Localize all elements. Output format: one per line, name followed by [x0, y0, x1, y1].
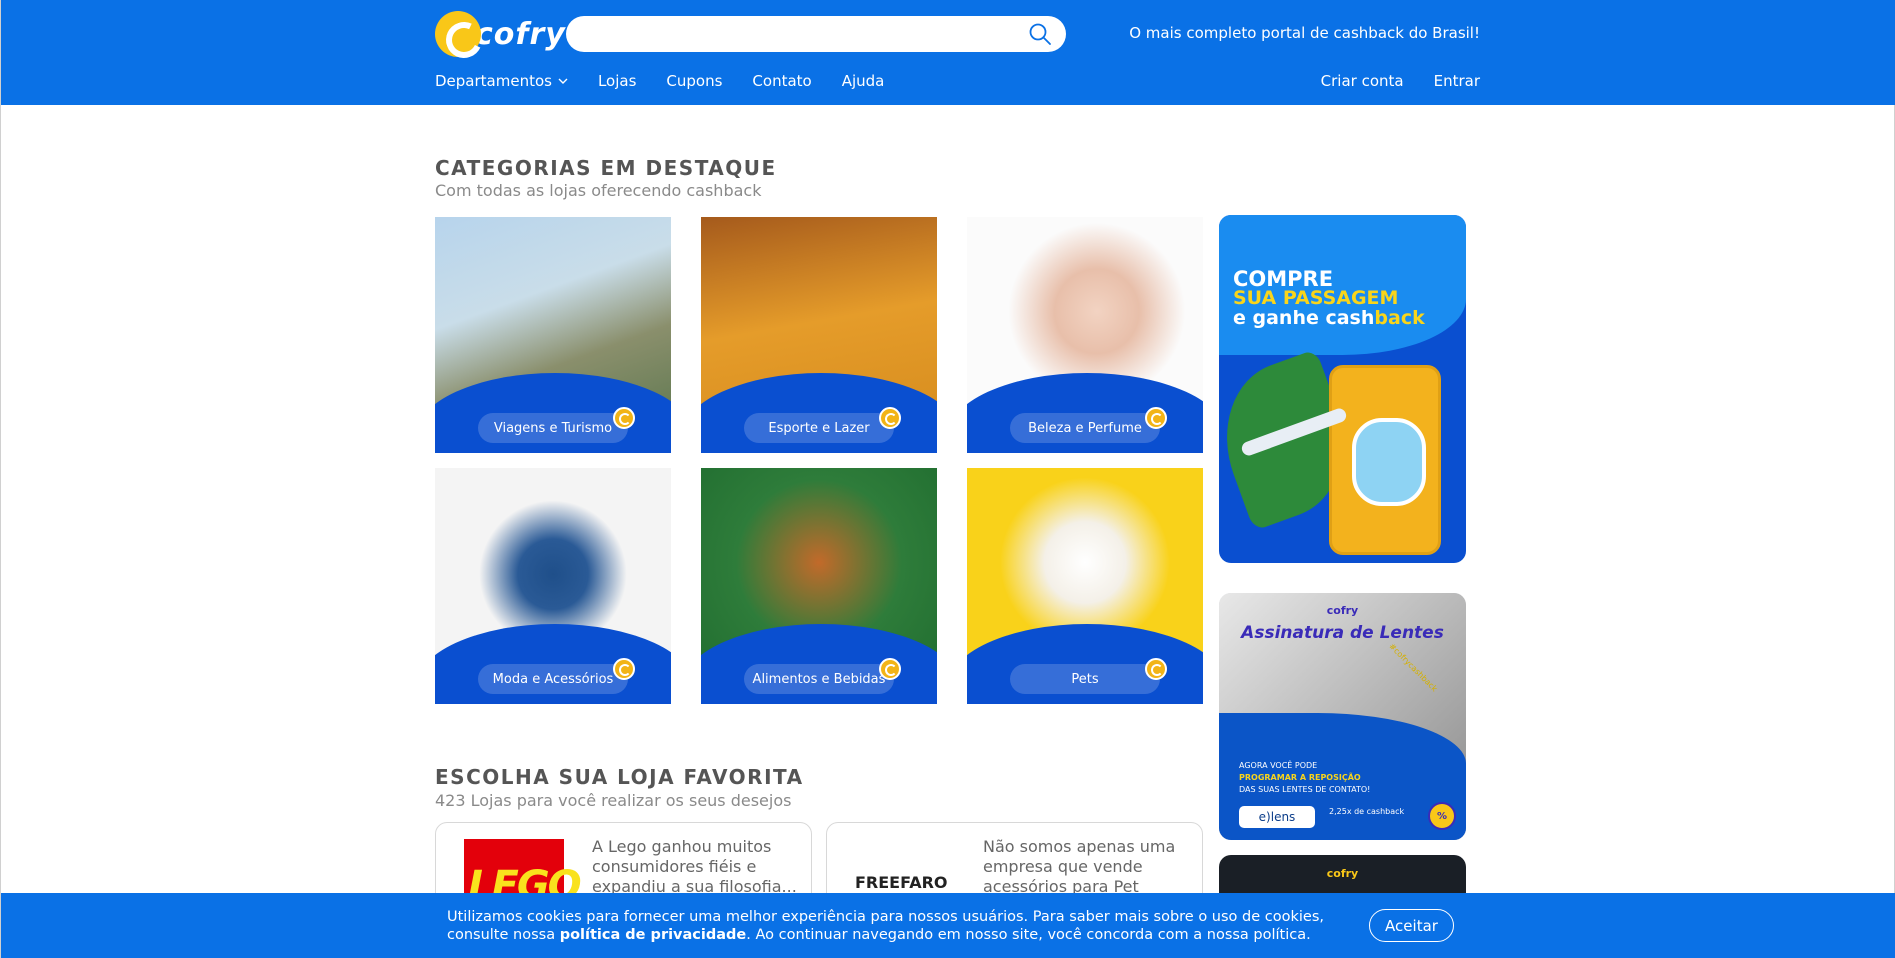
banner-title: Assinatura de Lentes: [1241, 623, 1444, 643]
chevron-down-icon: [558, 78, 568, 84]
freefaro-logo: FREEFARO: [855, 873, 948, 892]
stores-title: ESCOLHA SUA LOJA FAVORITA: [435, 765, 804, 789]
category-label: Alimentos e Bebidas: [744, 664, 894, 694]
cookie-banner: Utilizamos cookies para fornecer uma mel…: [1, 893, 1895, 958]
nav-ajuda[interactable]: Ajuda: [842, 72, 885, 90]
category-label: Moda e Acessórios: [478, 664, 628, 694]
elens-logo: e)lens: [1239, 806, 1315, 828]
nav-contato[interactable]: Contato: [752, 72, 811, 90]
category-card-pets[interactable]: Pets: [967, 468, 1203, 704]
category-card-beleza[interactable]: Beleza e Perfume: [967, 217, 1203, 453]
header: cofry O mais completo portal de cashback…: [1, 0, 1895, 105]
accept-cookies-button[interactable]: Aceitar: [1369, 909, 1454, 942]
banner-text-2: PROGRAMAR A REPOSIÇÃO: [1239, 773, 1361, 782]
categories-title: CATEGORIAS EM DESTAQUE: [435, 156, 777, 180]
search-input[interactable]: [582, 16, 1012, 52]
cashback-coin-icon: [1145, 407, 1167, 429]
logo-coin-icon: [435, 11, 481, 57]
privacy-policy-link[interactable]: política de privacidade: [560, 927, 747, 943]
nav-cupons[interactable]: Cupons: [666, 72, 722, 90]
banner-line-2: SUA PASSAGEM: [1233, 287, 1399, 309]
stores-subtitle: 423 Lojas para você realizar os seus des…: [435, 791, 792, 810]
banner-text-3: DAS SUAS LENTES DE CONTATO!: [1239, 785, 1371, 794]
category-label: Viagens e Turismo: [478, 413, 628, 443]
nav-lojas[interactable]: Lojas: [598, 72, 636, 90]
main-nav: Departamentos Lojas Cupons Contato Ajuda: [435, 72, 884, 90]
cashback-coin-icon: [1145, 658, 1167, 680]
banner-cashback: 2,25x de cashback: [1329, 807, 1405, 816]
category-card-viagens[interactable]: Viagens e Turismo: [435, 217, 671, 453]
banner-line-3-text: e ganhe cash: [1233, 307, 1375, 329]
logo[interactable]: cofry: [435, 10, 566, 58]
account-links: Criar conta Entrar: [1321, 72, 1480, 90]
store-description: A Lego ganhou muitos consumidores fiéis …: [592, 837, 797, 896]
nav-departamentos[interactable]: Departamentos: [435, 72, 568, 90]
logo-text: cofry: [475, 16, 566, 52]
percent-badge-icon: %: [1428, 802, 1456, 830]
cashback-coin-icon: [879, 658, 901, 680]
banner-text-1: AGORA VOCÊ PODE: [1239, 761, 1318, 770]
category-card-alimentos[interactable]: Alimentos e Bebidas: [701, 468, 937, 704]
banner-brand: cofry: [1326, 604, 1359, 617]
category-label: Esporte e Lazer: [744, 413, 894, 443]
cookie-text: Utilizamos cookies para fornecer uma mel…: [447, 908, 1347, 944]
cashback-coin-icon: [879, 407, 901, 429]
banner-passagem[interactable]: COMPRE SUA PASSAGEM e ganhe cashback: [1219, 215, 1466, 563]
nav-departamentos-label: Departamentos: [435, 72, 552, 90]
category-label: Beleza e Perfume: [1010, 413, 1160, 443]
category-card-esporte[interactable]: Esporte e Lazer: [701, 217, 937, 453]
cashback-coin-icon: [613, 658, 635, 680]
category-card-moda[interactable]: Moda e Acessórios: [435, 468, 671, 704]
banner-brand: cofry: [1326, 867, 1359, 880]
tagline: O mais completo portal de cashback do Br…: [1129, 24, 1480, 42]
search-bar: [566, 16, 1066, 52]
cashback-coin-icon: [613, 407, 635, 429]
suitcase-image: [1329, 365, 1441, 555]
categories-subtitle: Com todas as lojas oferecendo cashback: [435, 181, 762, 200]
banner-line-3-highlight: back: [1374, 307, 1425, 329]
cookie-text-after: . Ao continuar navegando em nosso site, …: [746, 927, 1311, 943]
banner-lentes[interactable]: cofry Assinatura de Lentes #cofrycashbac…: [1219, 593, 1466, 840]
create-account-link[interactable]: Criar conta: [1321, 72, 1404, 90]
page-frame: cofry O mais completo portal de cashback…: [0, 0, 1895, 958]
search-icon[interactable]: [1028, 22, 1052, 46]
banner-line-3: e ganhe cashback: [1233, 307, 1425, 329]
login-link[interactable]: Entrar: [1434, 72, 1480, 90]
category-label: Pets: [1010, 664, 1160, 694]
